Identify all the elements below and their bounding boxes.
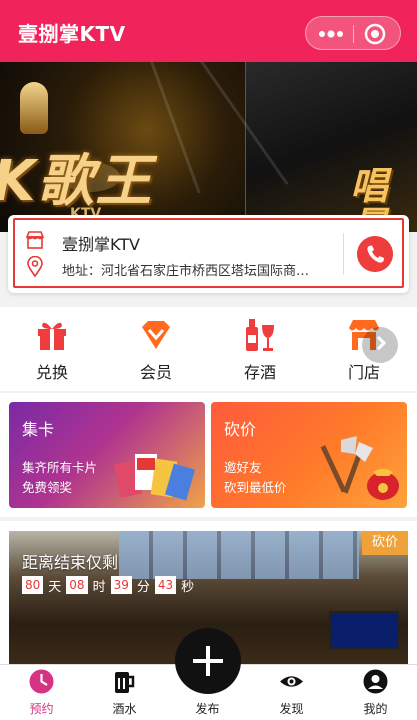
app-title: 壹捌掌KTV [18,22,126,46]
bargain-promo[interactable]: 砍价 邀好友 砍到最低价 [211,402,407,508]
wine-icon [246,319,274,351]
countdown-title: 距离结束仅剩 [22,553,119,572]
countdown-unit: 秒 [181,579,195,595]
countdown-unit: 天 [48,579,62,595]
promo-desc-1: 邀好友 [224,460,262,475]
feature-label: 兑换 [35,363,68,382]
more-dots-icon[interactable] [316,26,346,42]
countdown-unit: 时 [92,579,106,595]
tab-discover[interactable]: 发现 [250,665,333,720]
feature-grid: 兑换 会员 存酒 门店 [0,307,417,391]
tab-drinks[interactable]: 酒水 [83,665,166,720]
gift-icon [38,322,66,350]
target-icon[interactable] [364,23,386,45]
clock-icon [29,669,54,694]
tab-booking[interactable]: 预约 [0,665,83,720]
chevron-right-icon [371,335,387,351]
tab-label: 发现 [279,702,304,716]
tab-label: 酒水 [112,702,137,716]
collect-cards-promo[interactable]: 集卡 集齐所有卡片 免费领奖 [9,402,205,508]
plus-icon [206,646,210,676]
ceiling-decor [119,531,359,579]
storefront-icon [25,231,45,249]
promo-desc-1: 集齐所有卡片 [22,460,98,475]
promo-title: 集卡 [22,420,55,439]
capsule-menu [305,16,401,50]
store-address[interactable]: 地址：河北省石家庄市桥西区塔坛国际商… [62,260,334,279]
title-bar: 壹捌掌KTV [0,0,417,62]
promo-banner[interactable]: K歌王 KTV 唱量 [0,62,417,232]
tab-label: 发布 [195,702,220,716]
countdown-days: 80 [22,576,44,594]
axe-moneybag-illustration [320,436,399,500]
feature-label: 门店 [347,363,380,382]
location-pin-icon [27,256,43,278]
promo-cards: 集卡 集齐所有卡片 免费领奖 砍价 邀好友 砍到最低价 [0,393,417,517]
countdown-minutes: 39 [110,576,132,594]
eye-icon [280,676,303,687]
feature-label: 会员 [139,363,172,382]
feature-wine[interactable]: 存酒 [208,307,312,391]
card-divider [343,233,344,275]
publish-button[interactable] [175,628,241,694]
tab-label: 预约 [29,702,54,716]
countdown-seconds: 43 [154,576,177,594]
capsule-divider [353,25,354,43]
beer-icon [115,672,135,693]
feature-exchange[interactable]: 兑换 [0,307,104,391]
countdown-hours: 08 [66,576,88,594]
feature-label: 存酒 [243,363,276,382]
vip-diamond-icon [142,321,170,349]
promo-desc-2: 免费领奖 [22,480,73,495]
tab-mine[interactable]: 我的 [334,665,417,720]
bargain-badge: 砍价 [362,531,408,555]
user-icon [363,669,388,694]
store-info-card: 壹捌掌KTV 地址：河北省石家庄市桥西区塔坛国际商… [8,215,409,293]
cards-illustration [113,454,195,501]
feature-member[interactable]: 会员 [104,307,208,391]
countdown-unit: 分 [136,579,150,595]
microphone-icon [20,82,48,134]
tab-label: 我的 [363,702,388,716]
banner-left-text: K歌王 [0,149,154,214]
promo-title: 砍价 [224,420,257,439]
scroll-right-button[interactable] [362,327,398,363]
promo-desc-2: 砍到最低价 [224,480,287,495]
store-name: 壹捌掌KTV [62,235,140,254]
tv-screen [329,611,399,649]
countdown: 80 天 08 时 39 分 43 秒 [22,575,199,595]
phone-icon[interactable] [357,236,393,272]
